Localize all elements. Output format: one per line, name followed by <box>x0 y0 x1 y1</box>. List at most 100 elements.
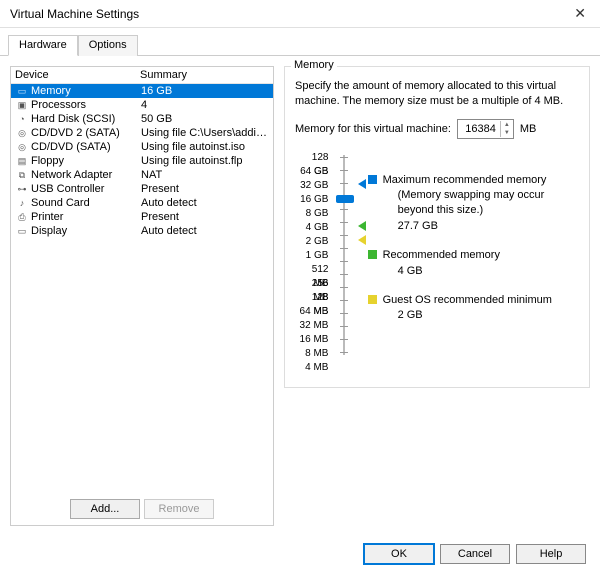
memory-group: Memory Specify the amount of memory allo… <box>284 66 590 388</box>
scale-label: 128 GB <box>295 151 328 165</box>
scale-label: 64 MB <box>295 305 328 319</box>
device-row[interactable]: ⧉Network AdapterNAT <box>11 168 273 182</box>
device-name: Display <box>31 225 141 237</box>
scale-label: 128 MB <box>295 291 328 305</box>
legend-rec-label: Recommended memory <box>383 248 500 263</box>
device-row[interactable]: ▣Processors4 <box>11 98 273 112</box>
device-name: Printer <box>31 211 141 223</box>
device-summary: NAT <box>141 169 269 181</box>
device-header-device[interactable]: Device <box>15 69 140 81</box>
cancel-button[interactable]: Cancel <box>440 544 510 564</box>
tab-hardware[interactable]: Hardware <box>8 35 78 56</box>
device-name: Memory <box>31 85 141 97</box>
scale-label: 1 GB <box>295 249 328 263</box>
memory-slider[interactable] <box>332 151 351 361</box>
memory-slider-area: 128 GB64 GB32 GB16 GB8 GB4 GB2 GB1 GB512… <box>295 151 579 375</box>
legend-rec-value: 4 GB <box>383 264 500 279</box>
memory-input-row: Memory for this virtual machine: ▲ ▼ MB <box>295 119 579 139</box>
scale-label: 16 MB <box>295 333 328 347</box>
device-name: Floppy <box>31 155 141 167</box>
ok-button[interactable]: OK <box>364 544 434 564</box>
device-name: Hard Disk (SCSI) <box>31 113 141 125</box>
device-row[interactable]: ♪Sound CardAuto detect <box>11 196 273 210</box>
scale-label: 8 MB <box>295 347 328 361</box>
device-icon: ⧉ <box>15 169 29 181</box>
help-button[interactable]: Help <box>516 544 586 564</box>
memory-input[interactable] <box>458 121 500 137</box>
scale-label: 32 GB <box>295 179 328 193</box>
device-row[interactable]: ◎CD/DVD (SATA)Using file autoinst.iso <box>11 140 273 154</box>
legend-max-note: (Memory swapping may occur beyond this s… <box>383 188 579 219</box>
device-icon: ⎙ <box>15 211 29 223</box>
legend-rec-swatch <box>368 250 377 259</box>
device-name: Sound Card <box>31 197 141 209</box>
device-summary: Present <box>141 183 269 195</box>
scale-label: 4 GB <box>295 221 328 235</box>
remove-button: Remove <box>144 499 214 519</box>
device-header-summary[interactable]: Summary <box>140 69 269 81</box>
tab-strip: Hardware Options <box>0 28 600 56</box>
device-summary: Using file autoinst.flp <box>141 155 269 167</box>
device-summary: 4 <box>141 99 269 111</box>
memory-input-label: Memory for this virtual machine: <box>295 123 451 135</box>
device-row[interactable]: ⊶USB ControllerPresent <box>11 182 273 196</box>
marker-min-icon <box>358 235 366 245</box>
device-row[interactable]: ▤FloppyUsing file autoinst.flp <box>11 154 273 168</box>
device-icon: ▭ <box>15 225 29 237</box>
device-name: USB Controller <box>31 183 141 195</box>
device-header: Device Summary <box>11 67 273 84</box>
device-list: ▭Memory16 GB▣Processors4◔Hard Disk (SCSI… <box>11 84 273 493</box>
dialog-buttons: OK Cancel Help <box>0 536 600 576</box>
slider-thumb[interactable] <box>336 195 354 203</box>
scale-label: 16 GB <box>295 193 328 207</box>
spinner-down-icon[interactable]: ▼ <box>501 129 513 137</box>
device-summary: 16 GB <box>141 85 269 97</box>
spinner-up-icon[interactable]: ▲ <box>501 121 513 129</box>
scale-label: 64 GB <box>295 165 328 179</box>
scale-label: 2 GB <box>295 235 328 249</box>
memory-unit: MB <box>520 123 537 135</box>
device-row[interactable]: ▭DisplayAuto detect <box>11 224 273 238</box>
tab-options[interactable]: Options <box>78 35 138 56</box>
memory-legend: Maximum recommended memory (Memory swapp… <box>368 151 579 330</box>
device-summary: Auto detect <box>141 197 269 209</box>
device-row[interactable]: ⎙PrinterPresent <box>11 210 273 224</box>
device-row[interactable]: ◎CD/DVD 2 (SATA)Using file C:\Users\addi… <box>11 126 273 140</box>
close-icon[interactable]: ✕ <box>568 5 592 22</box>
device-icon: ♪ <box>15 197 29 209</box>
legend-min-swatch <box>368 295 377 304</box>
add-button[interactable]: Add... <box>70 499 140 519</box>
device-name: CD/DVD (SATA) <box>31 141 141 153</box>
device-icon: ▤ <box>15 155 29 167</box>
legend-max-value: 27.7 GB <box>383 219 579 234</box>
device-summary: 50 GB <box>141 113 269 125</box>
device-summary: Auto detect <box>141 225 269 237</box>
device-panel: Device Summary ▭Memory16 GB▣Processors4◔… <box>10 66 274 526</box>
device-icon: ◔ <box>15 113 29 125</box>
memory-scale-labels: 128 GB64 GB32 GB16 GB8 GB4 GB2 GB1 GB512… <box>295 151 328 375</box>
window-title: Virtual Machine Settings <box>10 7 139 21</box>
titlebar: Virtual Machine Settings ✕ <box>0 0 600 28</box>
device-buttons: Add... Remove <box>11 493 273 525</box>
device-icon: ◎ <box>15 127 29 139</box>
device-row[interactable]: ◔Hard Disk (SCSI)50 GB <box>11 112 273 126</box>
device-name: Network Adapter <box>31 169 141 181</box>
legend-min-label: Guest OS recommended minimum <box>383 293 552 308</box>
device-name: Processors <box>31 99 141 111</box>
legend-max-swatch <box>368 175 377 184</box>
device-row[interactable]: ▭Memory16 GB <box>11 84 273 98</box>
legend-max-label: Maximum recommended memory <box>383 173 579 188</box>
scale-label: 512 MB <box>295 263 328 277</box>
memory-group-title: Memory <box>291 59 337 71</box>
device-summary: Present <box>141 211 269 223</box>
legend-min-value: 2 GB <box>383 308 552 323</box>
device-icon: ⊶ <box>15 183 29 195</box>
device-icon: ◎ <box>15 141 29 153</box>
slider-track <box>343 155 345 355</box>
memory-description: Specify the amount of memory allocated t… <box>295 79 579 109</box>
device-icon: ▣ <box>15 99 29 111</box>
scale-label: 32 MB <box>295 319 328 333</box>
device-summary: Using file C:\Users\addis\Drop... <box>141 127 269 139</box>
device-icon: ▭ <box>15 85 29 97</box>
memory-spinner[interactable]: ▲ ▼ <box>457 119 514 139</box>
